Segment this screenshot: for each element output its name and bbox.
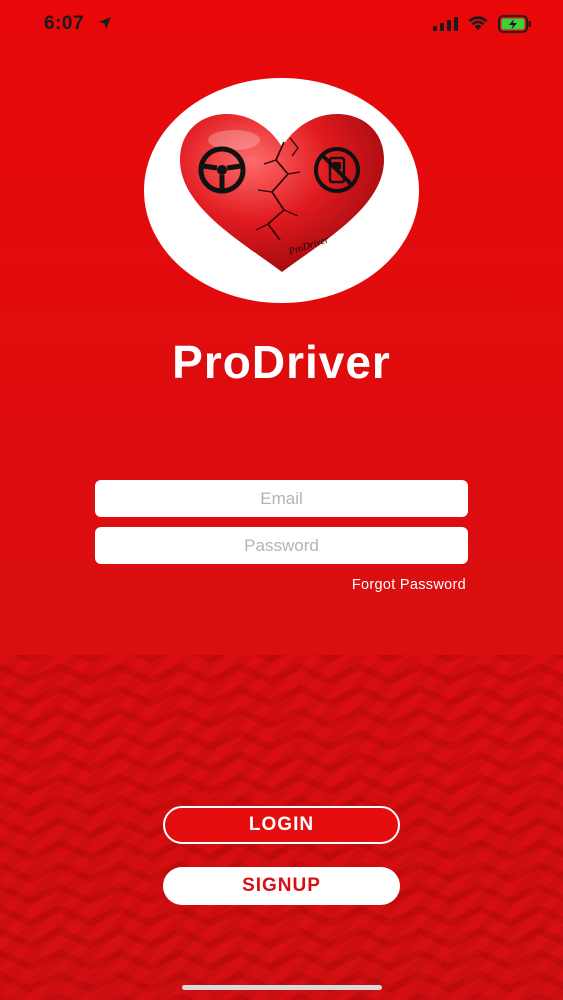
zigzag-line [0,751,563,773]
cellular-signal-icon [433,17,458,31]
zigzag-line [13,655,563,663]
home-indicator [182,985,382,990]
zigzag-line [0,707,563,729]
forgot-password-link[interactable]: Forgot Password [352,577,466,593]
zigzag-line [0,685,563,707]
signup-button[interactable]: SIGNUP [163,867,400,905]
zigzag-line [0,839,563,861]
login-button[interactable]: LOGIN [163,806,400,844]
zigzag-line [0,949,563,971]
location-arrow-icon [99,17,111,29]
wifi-icon [468,16,488,30]
zigzag-line [0,729,563,751]
login-screen: 6:07 ProDriver ProDriver Email Forgot Pa… [0,0,563,1000]
battery-charging-icon [498,15,531,33]
zigzag-line [0,905,563,927]
password-field[interactable] [95,527,468,564]
zigzag-line [0,663,563,685]
app-title: ProDriver [172,336,391,388]
email-field[interactable] [95,480,468,517]
status-time: 6:07 [44,13,85,34]
zigzag-line [0,773,563,795]
status-bar: 6:07 [0,0,563,50]
heart-logo-icon: ProDriver [180,114,384,272]
zigzag-line [0,927,563,949]
